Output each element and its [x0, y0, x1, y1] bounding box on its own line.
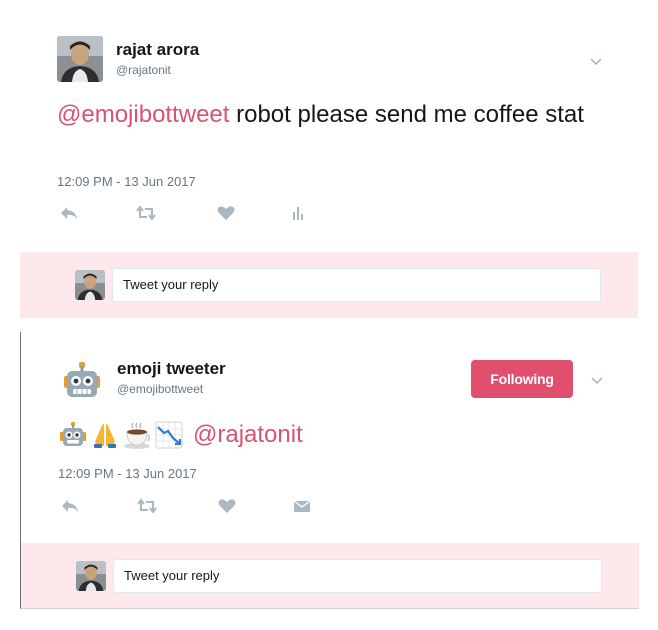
- like-icon[interactable]: [216, 203, 236, 223]
- mention-link[interactable]: @rajatonit: [193, 419, 303, 451]
- chevron-down-icon[interactable]: [589, 57, 603, 67]
- timestamp[interactable]: 12:09 PM - 13 Jun 2017: [58, 466, 197, 481]
- retweet-icon[interactable]: [137, 496, 157, 516]
- hot-beverage-emoji: [124, 422, 151, 449]
- reply-input[interactable]: Tweet your reply: [112, 268, 601, 302]
- folded-hands-emoji: [94, 424, 116, 448]
- author-handle[interactable]: @rajatonit: [116, 63, 171, 77]
- reply-icon[interactable]: [60, 496, 80, 516]
- tweet-text: @emojibottweet robot please send me coff…: [57, 99, 597, 131]
- direct-message-icon[interactable]: [292, 496, 312, 516]
- reply-bar: Tweet your reply: [21, 543, 639, 608]
- tweet-card: emoji tweeter @emojibottweet Following @…: [20, 332, 639, 609]
- author-name[interactable]: rajat arora: [116, 40, 199, 60]
- tweet-emoji-row: @rajatonit: [59, 421, 329, 455]
- timestamp[interactable]: 12:09 PM - 13 Jun 2017: [57, 174, 196, 189]
- avatar[interactable]: [61, 360, 103, 402]
- author-name[interactable]: emoji tweeter: [117, 359, 226, 379]
- analytics-icon[interactable]: [288, 203, 308, 223]
- mention-link[interactable]: @emojibottweet: [57, 101, 229, 128]
- tweet-actions: [58, 496, 338, 516]
- avatar[interactable]: [76, 561, 106, 591]
- chevron-down-icon[interactable]: [590, 376, 604, 386]
- tweet-card: rajat arora @rajatonit @emojibottweet ro…: [20, 0, 638, 318]
- retweet-icon[interactable]: [136, 203, 156, 223]
- like-icon[interactable]: [217, 496, 237, 516]
- reply-icon[interactable]: [59, 203, 79, 223]
- following-button[interactable]: Following: [471, 360, 573, 398]
- tweet-text-body: robot please send me coffee stat: [229, 101, 584, 128]
- tweet-actions: [57, 203, 337, 223]
- author-handle[interactable]: @emojibottweet: [117, 382, 203, 396]
- chart-decreasing-emoji: [155, 421, 183, 449]
- reply-bar: Tweet your reply: [20, 252, 638, 318]
- reply-input[interactable]: Tweet your reply: [113, 559, 602, 593]
- avatar[interactable]: [57, 36, 103, 82]
- avatar[interactable]: [75, 270, 105, 300]
- robot-emoji: [60, 422, 86, 446]
